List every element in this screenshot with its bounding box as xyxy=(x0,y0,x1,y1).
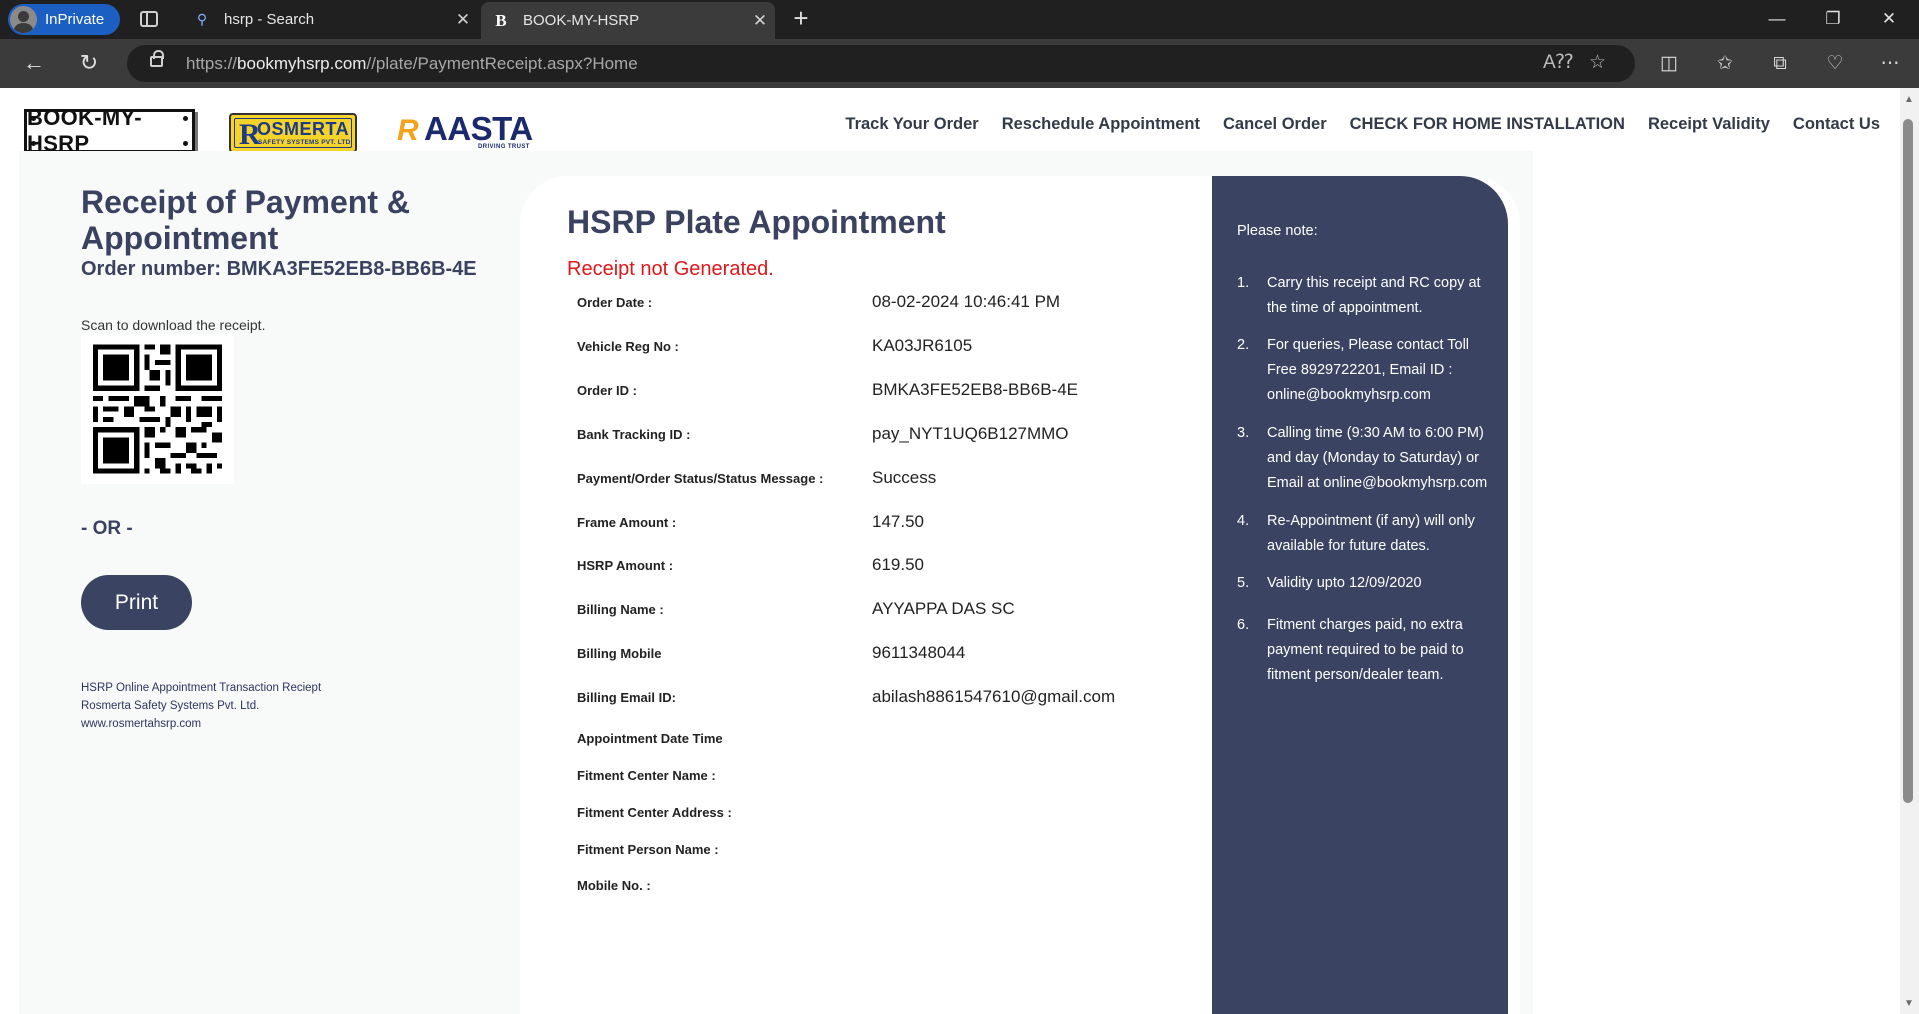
tab-label: hsrp - Search xyxy=(224,11,315,28)
detail-value: 08-02-2024 10:46:41 PM xyxy=(872,292,1061,311)
footer-line: Rosmerta Safety Systems Pvt. Ltd. xyxy=(81,700,260,712)
profile-avatar-icon xyxy=(10,6,37,33)
detail-value: KA03JR6105 xyxy=(872,336,973,355)
detail-value: AYYAPPA DAS SC xyxy=(872,599,1015,618)
back-arrow-icon[interactable]: ← xyxy=(17,47,51,81)
close-window-icon[interactable]: ✕ xyxy=(1861,0,1917,39)
raasta-logo: R AASTA DRIVING TRUST xyxy=(397,110,533,150)
detail-value: abilash8861547610@gmail.com xyxy=(872,687,1116,706)
detail-label: Fitment Center Address : xyxy=(577,805,732,820)
refresh-icon[interactable]: ↻ xyxy=(72,47,106,81)
browser-essentials-icon[interactable]: ♡ xyxy=(1818,47,1852,81)
receipt-title: Receipt of Payment & Appointment xyxy=(81,184,410,256)
favorite-star-icon[interactable]: ☆ xyxy=(1589,51,1606,74)
detail-label: Order ID : xyxy=(577,383,637,398)
detail-value: 9611348044 xyxy=(872,643,966,662)
nav-track-order[interactable]: Track Your Order xyxy=(845,115,978,134)
detail-label: Bank Tracking ID : xyxy=(577,427,691,442)
detail-label: Billing Name : xyxy=(577,602,664,617)
bookmyhsrp-logo[interactable]: BOOK-MY-HSRP xyxy=(24,105,195,156)
minimize-icon[interactable]: — xyxy=(1749,0,1805,39)
detail-label: Fitment Person Name : xyxy=(577,842,719,857)
close-tab-icon[interactable]: ✕ xyxy=(745,11,775,31)
inprivate-label: InPrivate xyxy=(45,11,105,28)
nav-reschedule-appointment[interactable]: Reschedule Appointment xyxy=(1002,115,1200,134)
split-screen-icon[interactable]: ◫ xyxy=(1652,47,1686,81)
tab-book-my-hsrp[interactable]: B BOOK-MY-HSRP ✕ xyxy=(481,2,775,39)
detail-label: Vehicle Reg No : xyxy=(577,339,679,354)
scrollbar-thumb[interactable] xyxy=(1903,119,1913,803)
more-menu-icon[interactable]: ⋯ xyxy=(1873,47,1907,81)
read-aloud-icon[interactable]: A⁇ xyxy=(1543,51,1573,74)
print-button[interactable]: Print xyxy=(81,575,192,630)
detail-label: Billing Mobile xyxy=(577,646,662,661)
collections-icon[interactable]: ⧉ xyxy=(1763,47,1797,81)
browser-tab-bar: InPrivate ⚲ hsrp - Search ✕ B BOOK-MY-HS… xyxy=(0,0,1919,39)
url-text[interactable]: https://bookmyhsrp.com//plate/PaymentRec… xyxy=(186,54,638,74)
search-icon: ⚲ xyxy=(196,11,208,27)
receipt-error-message: Receipt not Generated. xyxy=(567,258,774,280)
page-viewport: BOOK-MY-HSRP R OSMERTA SAFETY SYSTEMS PV… xyxy=(5,88,1900,1014)
lock-icon[interactable] xyxy=(150,50,164,67)
scan-instruction: Scan to download the receipt. xyxy=(81,317,266,333)
scroll-up-icon[interactable]: ▲ xyxy=(1903,94,1915,105)
tab-actions-icon[interactable] xyxy=(140,11,158,27)
main-nav: Track Your Order Reschedule Appointment … xyxy=(822,109,1880,139)
detail-label: Frame Amount : xyxy=(577,515,677,530)
detail-value: pay_NYT1UQ6B127MMO xyxy=(872,424,1069,443)
detail-label: Order Date : xyxy=(577,295,653,310)
receipt-qr-code[interactable] xyxy=(81,334,234,484)
detail-label: Payment/Order Status/Status Message : xyxy=(577,471,824,486)
detail-value: 619.50 xyxy=(872,555,924,574)
notes-heading: Please note: xyxy=(1237,223,1318,239)
or-separator: - OR - xyxy=(81,518,133,539)
site-favicon-icon: B xyxy=(495,10,507,30)
notes-panel: Please note: 1. Carry this receipt and RC… xyxy=(1212,176,1508,1014)
detail-value: 147.50 xyxy=(872,512,924,531)
bookmyhsrp-logo-text: BOOK-MY-HSRP xyxy=(27,105,142,156)
detail-label: Fitment Center Name : xyxy=(577,768,716,783)
nav-cancel-order[interactable]: Cancel Order xyxy=(1223,115,1327,134)
receipt-footer: HSRP Online Appointment Transaction Reci… xyxy=(81,679,321,733)
favorites-icon[interactable]: ✩ xyxy=(1708,47,1742,81)
detail-label: Appointment Date Time xyxy=(577,731,723,746)
detail-label: HSRP Amount : xyxy=(577,558,674,573)
detail-value: Success xyxy=(872,468,937,487)
url-field[interactable]: https://bookmyhsrp.com//plate/PaymentRec… xyxy=(127,45,1635,82)
restore-icon[interactable]: ❐ xyxy=(1805,0,1861,39)
detail-value: BMKA3FE52EB8-BB6B-4E xyxy=(872,380,1078,399)
footer-line[interactable]: www.rosmertahsrp.com xyxy=(81,715,321,733)
footer-line: HSRP Online Appointment Transaction Reci… xyxy=(81,682,322,694)
detail-label: Mobile No. : xyxy=(577,878,651,893)
nav-receipt-validity[interactable]: Receipt Validity xyxy=(1648,115,1770,134)
appointment-title: HSRP Plate Appointment xyxy=(567,204,946,240)
nav-home-installation[interactable]: CHECK FOR HOME INSTALLATION xyxy=(1350,115,1625,134)
receipt-content: Receipt of Payment & Appointment Order n… xyxy=(19,151,1533,1014)
inprivate-badge[interactable]: InPrivate xyxy=(8,4,120,35)
address-bar: ← ↻ https://bookmyhsrp.com//plate/Paymen… xyxy=(0,39,1919,88)
detail-label: Billing Email ID: xyxy=(577,690,676,705)
new-tab-icon[interactable]: + xyxy=(786,4,816,34)
order-number: Order number: BMKA3FE52EB8-BB6B-4E xyxy=(81,258,477,280)
scroll-down-icon[interactable]: ▼ xyxy=(1903,998,1915,1009)
tab-label: BOOK-MY-HSRP xyxy=(523,12,640,29)
rosmerta-logo: R OSMERTA SAFETY SYSTEMS PVT. LTD. xyxy=(229,113,357,153)
tab-hsrp-search[interactable]: ⚲ hsrp - Search ✕ xyxy=(182,0,478,39)
nav-contact-us[interactable]: Contact Us xyxy=(1793,115,1880,134)
close-tab-icon[interactable]: ✕ xyxy=(448,10,478,30)
